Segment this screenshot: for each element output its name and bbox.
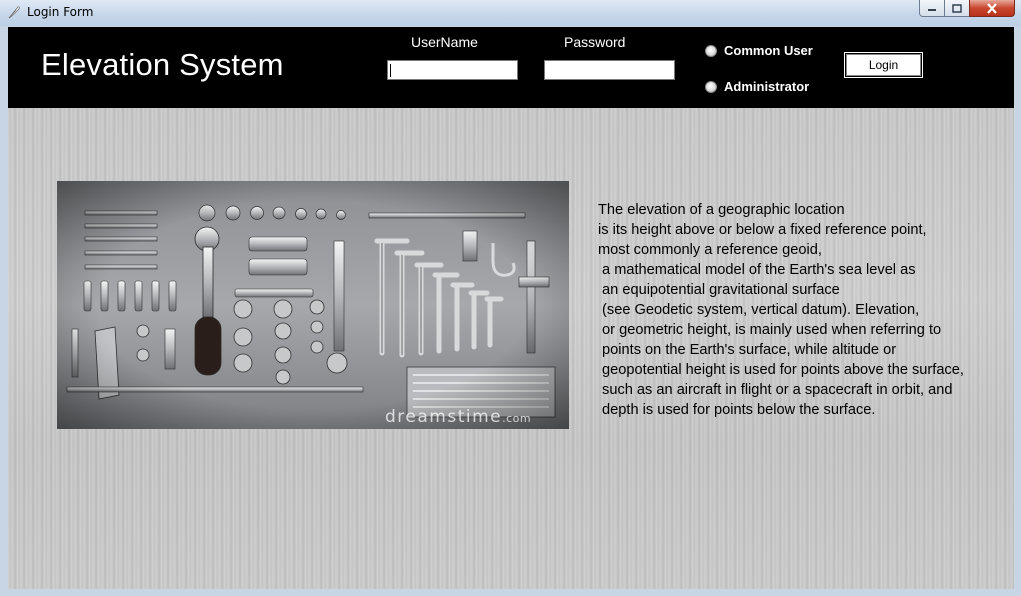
radio-button[interactable] bbox=[705, 44, 717, 57]
window-titlebar[interactable]: Login Form bbox=[0, 0, 1021, 26]
radio-button[interactable] bbox=[705, 80, 717, 93]
description-line: geopotential height is used for points a… bbox=[598, 362, 964, 378]
watermark-suffix: .com bbox=[502, 412, 532, 425]
minimize-icon bbox=[928, 9, 936, 11]
radio-common-user[interactable]: Common User bbox=[705, 43, 813, 58]
minimize-button[interactable] bbox=[919, 0, 945, 17]
maximize-button[interactable] bbox=[944, 0, 970, 17]
radio-label-administrator: Administrator bbox=[724, 79, 810, 94]
window-controls bbox=[919, 0, 1015, 18]
watermark-text: dreamstime bbox=[385, 407, 503, 427]
login-button[interactable]: Login bbox=[844, 52, 923, 78]
description-line: or geometric height, is mainly used when… bbox=[598, 322, 942, 338]
description-line: a mathematical model of the Earth's sea … bbox=[598, 262, 916, 278]
username-input[interactable] bbox=[387, 60, 518, 80]
password-label: Password bbox=[564, 34, 626, 50]
elevation-description: The elevation of a geographic location i… bbox=[598, 200, 1008, 420]
description-line: depth is used for points below the surfa… bbox=[598, 402, 876, 418]
radio-label-common-user: Common User bbox=[724, 43, 813, 58]
app-title: Elevation System bbox=[41, 47, 284, 82]
description-line: is its height above or below a fixed ref… bbox=[598, 222, 927, 238]
close-button[interactable] bbox=[969, 0, 1015, 17]
login-header: Elevation System UserName Password Commo… bbox=[8, 27, 1014, 108]
description-line: such as an aircraft in flight or a space… bbox=[598, 382, 953, 398]
tools-image: dreamstime.com bbox=[57, 181, 569, 429]
text-caret bbox=[390, 64, 391, 77]
password-input[interactable] bbox=[544, 60, 675, 80]
radio-administrator[interactable]: Administrator bbox=[705, 79, 809, 94]
close-icon bbox=[987, 2, 997, 14]
description-line: (see Geodetic system, vertical datum). E… bbox=[598, 302, 920, 318]
maximize-icon bbox=[952, 3, 962, 13]
description-line: most commonly a reference geoid, bbox=[598, 242, 822, 258]
description-line: The elevation of a geographic location bbox=[598, 202, 845, 218]
image-watermark: dreamstime.com bbox=[385, 407, 531, 427]
description-line: points on the Earth's surface, while alt… bbox=[598, 342, 897, 358]
feather-icon bbox=[8, 6, 20, 19]
tools-illustration bbox=[57, 181, 569, 429]
content-panel: dreamstime.com The elevation of a geogra… bbox=[8, 108, 1014, 589]
window-title: Login Form bbox=[27, 5, 94, 19]
username-label: UserName bbox=[411, 34, 478, 50]
description-line: an equipotential gravitational surface bbox=[598, 282, 840, 298]
